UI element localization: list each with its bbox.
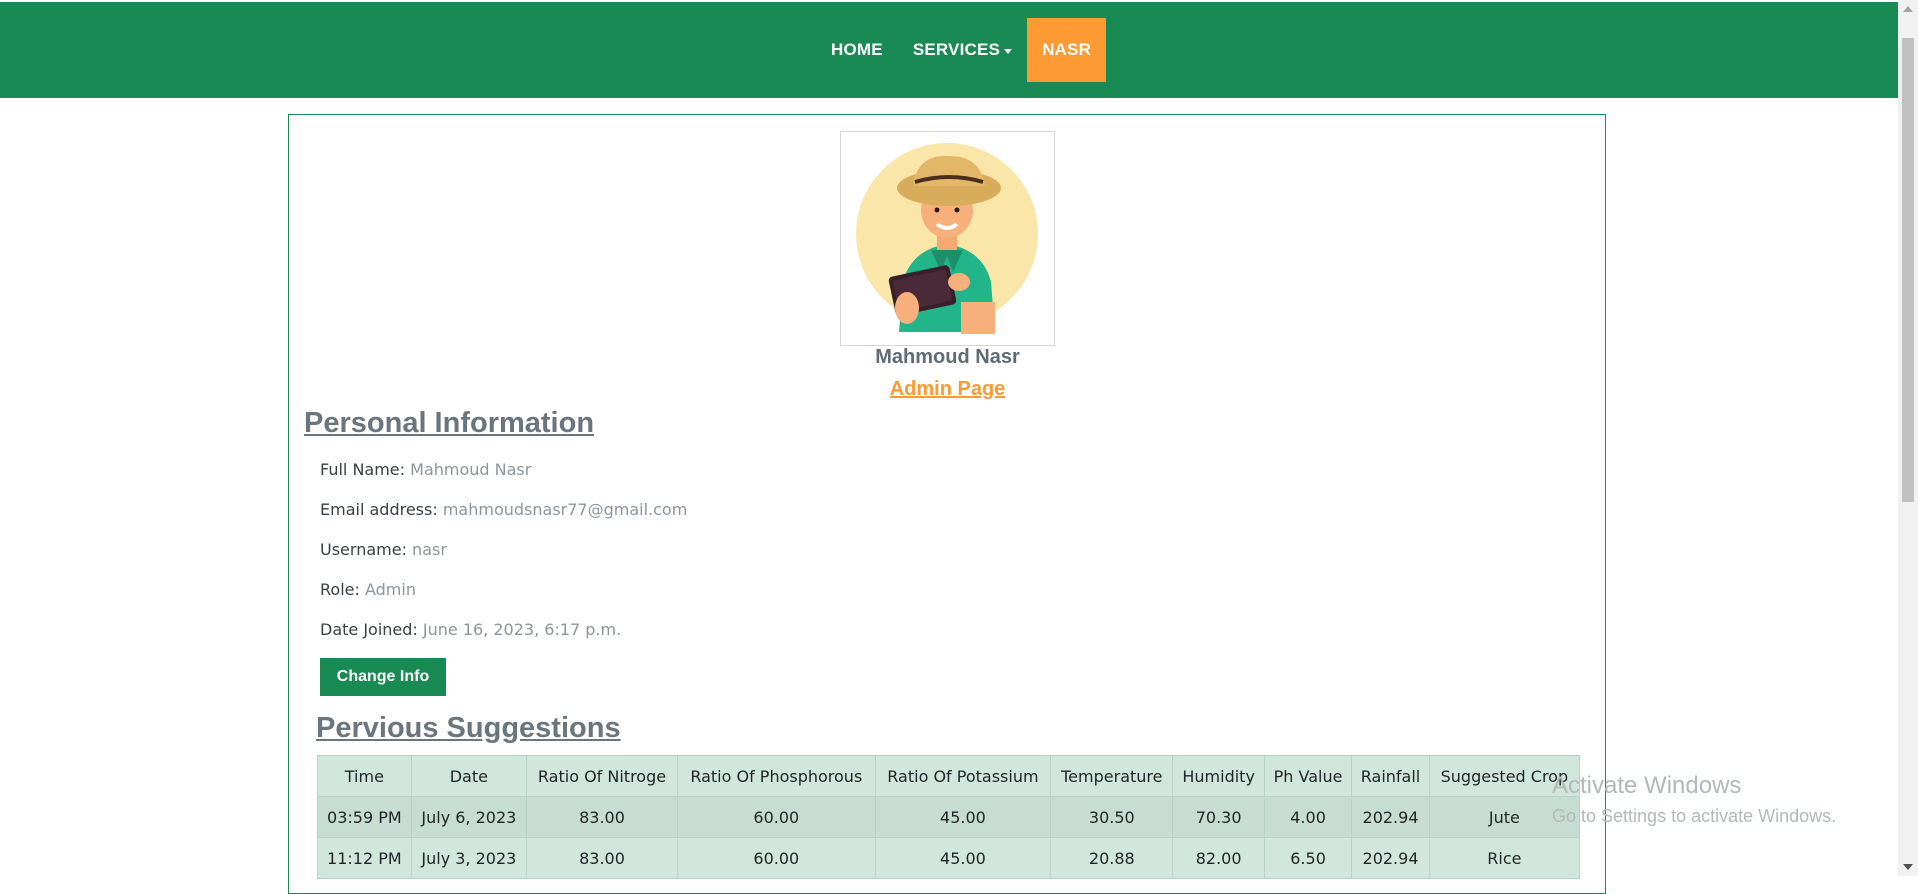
scrollbar-thumb[interactable] — [1902, 38, 1914, 502]
info-row-email: Email address: mahmoudsnasr77@gmail.com — [320, 500, 687, 519]
table-cell: 11:12 PM — [317, 837, 412, 879]
info-label: Username: — [320, 540, 407, 559]
column-header-potassium: Ratio Of Potassium — [874, 755, 1052, 797]
windows-activation-watermark: Activate Windows Go to Settings to activ… — [1552, 772, 1836, 827]
table-cell: 202.94 — [1351, 796, 1430, 838]
info-value: nasr — [412, 540, 447, 559]
table-cell: 45.00 — [874, 837, 1052, 879]
column-header-date: Date — [410, 755, 528, 797]
scroll-down-arrow-icon[interactable] — [1903, 864, 1913, 870]
column-header-phosphorous: Ratio Of Phosphorous — [676, 755, 876, 797]
nav-user-link[interactable]: NASR — [1027, 18, 1107, 82]
info-value: Admin — [364, 580, 416, 599]
table-cell: 202.94 — [1351, 837, 1430, 879]
table-header-row: Time Date Ratio Of Nitroge Ratio Of Phos… — [317, 755, 1581, 797]
vertical-scrollbar[interactable] — [1898, 0, 1918, 876]
info-value: mahmoudsnasr77@gmail.com — [442, 500, 688, 519]
column-header-time: Time — [317, 755, 412, 797]
nav-home-label: HOME — [831, 40, 883, 59]
info-label: Role: — [320, 580, 360, 599]
table-cell: 20.88 — [1050, 837, 1174, 879]
personal-information-heading: Personal Information — [304, 407, 595, 439]
nav-services-dropdown[interactable]: SERVICES — [898, 18, 1027, 82]
table-cell: 60.00 — [676, 837, 876, 879]
watermark-title: Activate Windows — [1552, 772, 1742, 799]
table-cell: 82.00 — [1172, 837, 1265, 879]
column-header-ph-value: Ph Value — [1263, 755, 1353, 797]
table-cell: 4.00 — [1263, 796, 1353, 838]
column-header-rainfall: Rainfall — [1351, 755, 1430, 797]
table-row: 03:59 PM July 6, 2023 83.00 60.00 45.00 … — [317, 796, 1581, 838]
nav-user-label: NASR — [1042, 40, 1092, 59]
nav-home-link[interactable]: HOME — [816, 18, 898, 82]
column-header-humidity: Humidity — [1172, 755, 1265, 797]
table-cell: 03:59 PM — [317, 796, 412, 838]
table-cell: Rice — [1428, 837, 1581, 879]
table-cell: July 6, 2023 — [410, 796, 528, 838]
caret-down-icon — [1004, 48, 1013, 54]
column-header-temperature: Temperature — [1050, 755, 1174, 797]
profile-name: Mahmoud Nasr — [875, 346, 1020, 368]
table-cell: 6.50 — [1263, 837, 1353, 879]
table-cell: 30.50 — [1050, 796, 1174, 838]
info-value: June 16, 2023, 6:17 p.m. — [422, 620, 622, 639]
column-header-nitrogen: Ratio Of Nitroge — [526, 755, 678, 797]
info-value: Mahmoud Nasr — [410, 460, 532, 479]
table-cell: 83.00 — [526, 796, 678, 838]
info-label: Date Joined: — [320, 620, 418, 639]
scroll-up-arrow-icon[interactable] — [1903, 6, 1913, 12]
admin-page-link-wrapper: Admin Page — [0, 378, 1895, 401]
suggestions-table: Time Date Ratio Of Nitroge Ratio Of Phos… — [317, 755, 1581, 879]
nav-services-label: SERVICES — [912, 40, 1001, 59]
top-navbar: HOME SERVICES NASR — [0, 2, 1898, 98]
table-cell: 60.00 — [676, 796, 876, 838]
farmer-avatar-illustration — [856, 143, 1038, 334]
watermark-subtitle: Go to Settings to activate Windows. — [1552, 806, 1837, 826]
table-row: 11:12 PM July 3, 2023 83.00 60.00 45.00 … — [317, 837, 1581, 879]
change-info-button[interactable]: Change Info — [320, 658, 446, 696]
avatar — [840, 131, 1055, 346]
info-label: Email address: — [320, 500, 438, 519]
info-row-date-joined: Date Joined: June 16, 2023, 6:17 p.m. — [320, 620, 621, 639]
previous-suggestions-heading: Pervious Suggestions — [316, 712, 621, 744]
admin-page-link[interactable]: Admin Page — [890, 378, 1006, 400]
table-cell: 83.00 — [526, 837, 678, 879]
table-cell: 70.30 — [1172, 796, 1265, 838]
table-cell: 45.00 — [874, 796, 1052, 838]
info-row-full-name: Full Name: Mahmoud Nasr — [320, 460, 531, 479]
table-cell: July 3, 2023 — [410, 837, 528, 879]
info-row-role: Role: Admin — [320, 580, 416, 599]
nav-links: HOME SERVICES NASR — [816, 18, 1107, 82]
info-label: Full Name: — [320, 460, 406, 479]
info-row-username: Username: nasr — [320, 540, 447, 559]
